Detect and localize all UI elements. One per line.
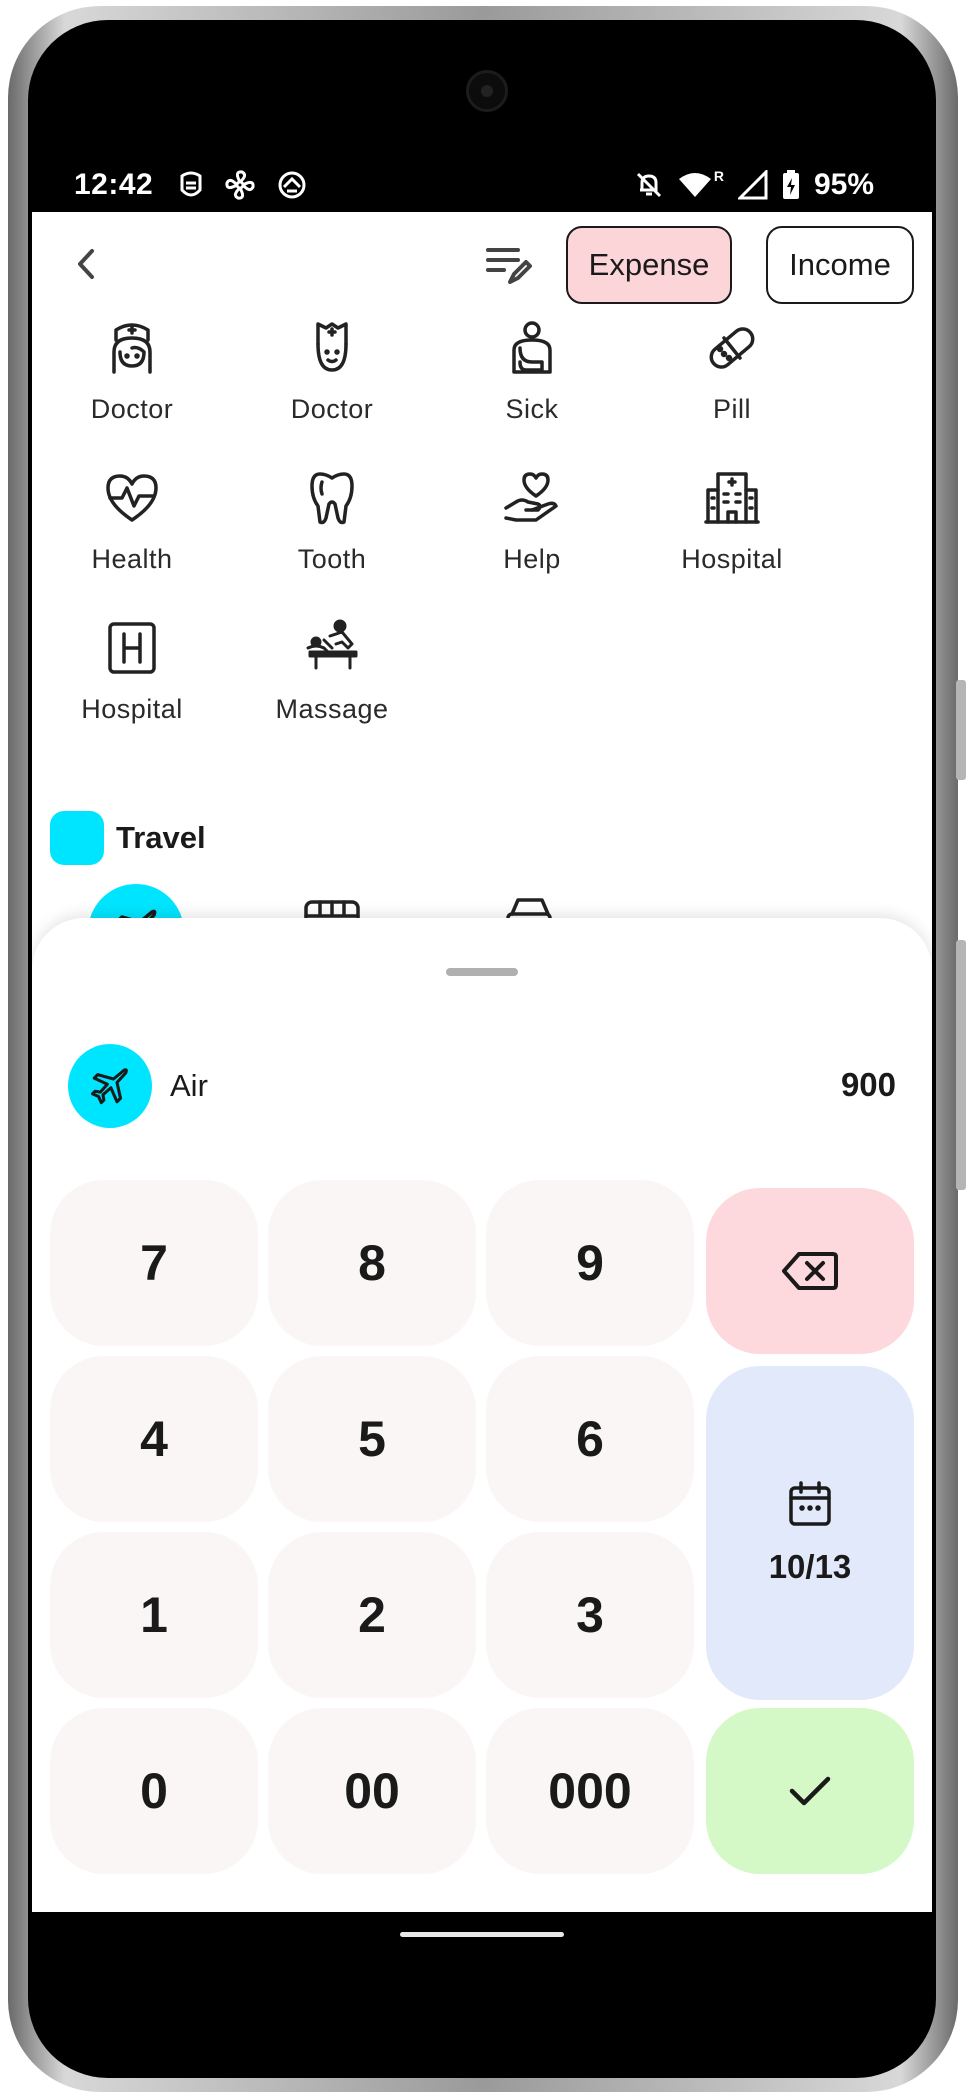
category-row: Health Tooth Help Hospital <box>32 462 932 612</box>
key-5[interactable]: 5 <box>268 1356 476 1522</box>
system-nav-bar <box>32 1912 932 2054</box>
key-1[interactable]: 1 <box>50 1532 258 1698</box>
hospital-building-icon <box>704 472 760 524</box>
category-label: Health <box>91 544 173 574</box>
check-icon <box>789 1776 831 1806</box>
key-8[interactable]: 8 <box>268 1180 476 1346</box>
confirm-button[interactable] <box>706 1708 914 1874</box>
fan-icon <box>225 170 255 200</box>
category-hospital-sign[interactable]: Hospital <box>32 612 232 762</box>
tooth-icon <box>310 472 354 525</box>
bell-off-icon <box>636 172 661 198</box>
amount-entry-sheet: Air 900 7 8 9 4 5 6 10/13 1 2 3 0 00 000 <box>32 918 932 1912</box>
phone-screen: 12:42 R 95% Expense Income Doctor Doctor… <box>32 36 932 2054</box>
sick-arm-sling-icon <box>512 321 552 374</box>
key-9[interactable]: 9 <box>486 1180 694 1346</box>
heart-pulse-icon <box>106 474 158 522</box>
backspace-button[interactable] <box>706 1188 914 1354</box>
volume-button <box>956 680 966 780</box>
travel-group-header: Travel <box>50 810 206 866</box>
wifi-icon <box>678 173 711 197</box>
front-camera <box>466 70 508 112</box>
expense-tab[interactable]: Expense <box>566 226 732 304</box>
category-hospital[interactable]: Hospital <box>632 462 832 612</box>
top-bar: Expense Income <box>32 212 932 312</box>
hand-heart-icon <box>504 472 558 522</box>
category-label: Doctor <box>90 394 174 424</box>
group-title: Travel <box>116 820 206 855</box>
status-right-icons: R 95% <box>634 168 874 202</box>
category-label: Massage <box>275 694 389 724</box>
date-label: 10/13 <box>768 1548 852 1585</box>
income-tab[interactable]: Income <box>766 226 914 304</box>
category-tooth[interactable]: Tooth <box>232 462 432 612</box>
hospital-sign-icon <box>108 622 156 674</box>
app-content: Expense Income Doctor Doctor Sick Pill H… <box>32 212 932 1912</box>
selected-category-row: Air 900 <box>32 1044 932 1132</box>
sync-icon <box>278 171 306 199</box>
status-bar: 12:42 R 95% <box>32 154 932 216</box>
key-6[interactable]: 6 <box>486 1356 694 1522</box>
edit-categories-button[interactable] <box>484 244 534 286</box>
key-000[interactable]: 000 <box>486 1708 694 1874</box>
category-pill[interactable]: Pill <box>632 312 832 462</box>
category-doctor-male[interactable]: Doctor <box>232 312 432 462</box>
category-label: Hospital <box>81 694 183 724</box>
category-row: Hospital Massage <box>32 612 932 762</box>
nurse-male-icon <box>316 322 348 372</box>
signal-icon <box>737 170 768 200</box>
list-edit-icon <box>486 248 532 284</box>
category-label: Hospital <box>681 544 783 574</box>
category-sick[interactable]: Sick <box>432 312 632 462</box>
key-4[interactable]: 4 <box>50 1356 258 1522</box>
category-label: Pill <box>712 394 751 424</box>
status-time: 12:42 <box>74 168 154 201</box>
home-gesture-bar[interactable] <box>400 1932 564 1937</box>
date-picker-button[interactable]: 10/13 <box>706 1366 914 1700</box>
backspace-icon <box>782 1252 838 1290</box>
category-doctor-female[interactable]: Doctor <box>32 312 232 462</box>
nurse-female-icon <box>112 323 152 374</box>
back-button[interactable] <box>68 246 104 282</box>
roaming-mark: R <box>713 168 724 184</box>
pill-bandage-icon <box>709 327 755 369</box>
face-mask-icon <box>180 171 202 197</box>
calendar-icon <box>789 1481 831 1526</box>
key-2[interactable]: 2 <box>268 1532 476 1698</box>
sheet-drag-handle[interactable] <box>446 968 518 976</box>
key-7[interactable]: 7 <box>50 1180 258 1346</box>
chevron-left-icon <box>78 249 94 279</box>
category-help[interactable]: Help <box>432 462 632 612</box>
category-label: Doctor <box>290 394 374 424</box>
selected-category-icon <box>68 1044 152 1128</box>
amount-display: 900 <box>840 1066 896 1103</box>
battery-charging-icon <box>782 170 799 199</box>
key-00[interactable]: 00 <box>268 1708 476 1874</box>
category-row: Doctor Doctor Sick Pill <box>32 312 932 462</box>
battery-percent: 95% <box>813 168 874 201</box>
group-color-swatch <box>50 811 104 865</box>
massage-icon <box>306 619 358 670</box>
category-massage[interactable]: Massage <box>232 612 432 762</box>
category-label: Tooth <box>297 544 367 574</box>
category-label: Sick <box>505 394 559 424</box>
key-3[interactable]: 3 <box>486 1532 694 1698</box>
category-label: Help <box>503 544 561 574</box>
category-health[interactable]: Health <box>32 462 232 612</box>
airplane-icon <box>90 1068 128 1105</box>
status-left-icons <box>178 169 308 201</box>
selected-category-name: Air <box>170 1068 208 1103</box>
power-button <box>956 940 966 1190</box>
key-0[interactable]: 0 <box>50 1708 258 1874</box>
